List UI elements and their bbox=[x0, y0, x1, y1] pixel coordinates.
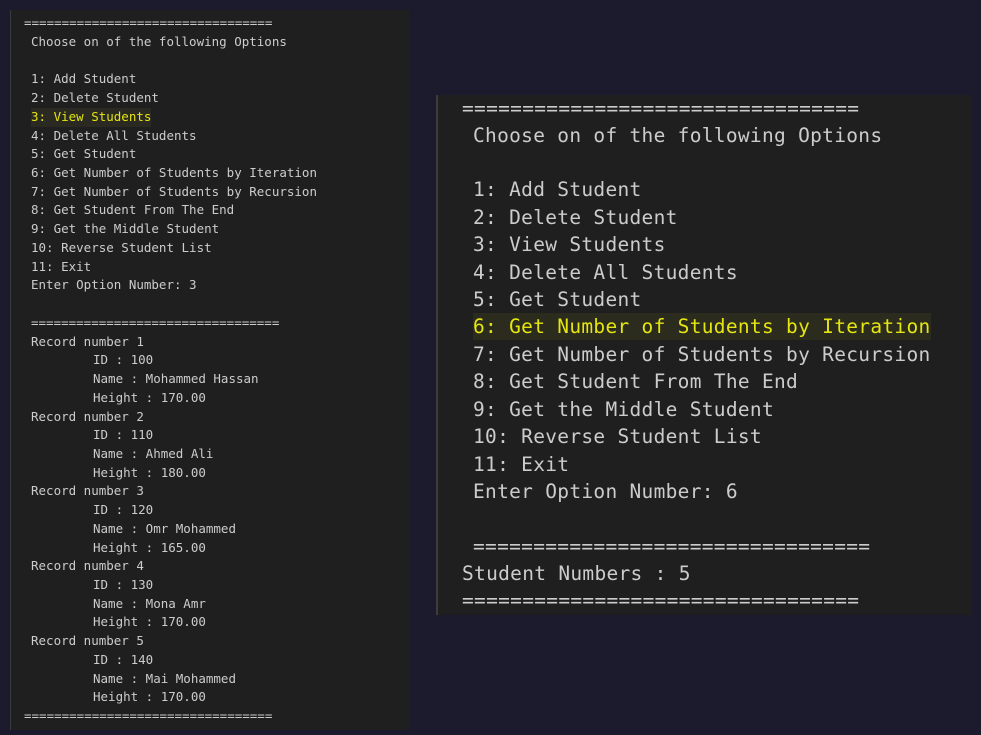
student-count-result: Student Numbers : 5 bbox=[462, 562, 691, 585]
separator-top: ================================= bbox=[24, 15, 273, 30]
enter-option-line: Enter Option Number: 3 bbox=[31, 277, 197, 292]
right-terminal-output: ================================= Choose… bbox=[436, 95, 972, 615]
menu-item: 9: Get the Middle Student bbox=[31, 221, 220, 236]
menu-item: 8: Get Student From The End bbox=[31, 202, 235, 217]
menu-item: 11: Exit bbox=[473, 453, 570, 476]
menu-item: 9: Get the Middle Student bbox=[473, 398, 774, 421]
menu-item: 2: Delete Student bbox=[31, 90, 159, 105]
menu-item: 4: Delete All Students bbox=[31, 128, 197, 143]
record-header: Record number 2 bbox=[31, 409, 144, 424]
record-height: Height : 170.00 bbox=[93, 614, 206, 629]
record-header: Record number 5 bbox=[31, 633, 144, 648]
menu-item: 3: View Students bbox=[473, 233, 666, 256]
record-header: Record number 3 bbox=[31, 483, 144, 498]
menu-item-highlighted: 6: Get Number of Students by Iteration bbox=[473, 313, 931, 341]
record-id: ID : 130 bbox=[93, 577, 154, 592]
terminal-border bbox=[10, 10, 11, 730]
separator-bottom: ================================= bbox=[462, 589, 860, 612]
menu-item: 4: Delete All Students bbox=[473, 261, 738, 284]
menu-item: 5: Get Student bbox=[473, 288, 642, 311]
record-name: Name : Mona Amr bbox=[93, 596, 206, 611]
menu-item: 6: Get Number of Students by Iteration bbox=[31, 165, 317, 180]
record-id: ID : 110 bbox=[93, 427, 154, 442]
record-id: ID : 140 bbox=[93, 652, 154, 667]
menu-item: 5: Get Student bbox=[31, 146, 137, 161]
record-header: Record number 4 bbox=[31, 558, 144, 573]
record-height: Height : 170.00 bbox=[93, 689, 206, 704]
record-height: Height : 165.00 bbox=[93, 540, 206, 555]
menu-item: 8: Get Student From The End bbox=[473, 370, 799, 393]
separator-mid: ================================= bbox=[473, 535, 871, 558]
record-height: Height : 180.00 bbox=[93, 465, 206, 480]
left-terminal-output: ================================= Choose… bbox=[10, 10, 410, 730]
record-name: Name : Omr Mohammed bbox=[93, 521, 236, 536]
enter-option-line: Enter Option Number: 6 bbox=[473, 480, 738, 503]
record-id: ID : 100 bbox=[93, 352, 154, 367]
menu-item: 10: Reverse Student List bbox=[31, 240, 212, 255]
record-name: Name : Mai Mohammed bbox=[93, 671, 236, 686]
prompt-title: Choose on of the following Options bbox=[31, 34, 287, 49]
record-id: ID : 120 bbox=[93, 502, 154, 517]
menu-item: 1: Add Student bbox=[31, 71, 137, 86]
prompt-title: Choose on of the following Options bbox=[473, 124, 883, 147]
menu-item: 11: Exit bbox=[31, 259, 92, 274]
menu-item-highlighted: 3: View Students bbox=[31, 108, 152, 127]
menu-item: 7: Get Number of Students by Recursion bbox=[473, 343, 931, 366]
separator-bottom: ================================= bbox=[24, 708, 273, 723]
record-height: Height : 170.00 bbox=[93, 390, 206, 405]
menu-item: 1: Add Student bbox=[473, 178, 642, 201]
menu-item: 2: Delete Student bbox=[473, 206, 678, 229]
record-header: Record number 1 bbox=[31, 334, 144, 349]
record-name: Name : Mohammed Hassan bbox=[93, 371, 259, 386]
terminal-border bbox=[436, 95, 438, 615]
menu-item: 10: Reverse Student List bbox=[473, 425, 762, 448]
menu-item: 7: Get Number of Students by Recursion bbox=[31, 184, 317, 199]
separator-top: ================================= bbox=[462, 97, 860, 120]
record-name: Name : Ahmed Ali bbox=[93, 446, 214, 461]
separator-mid: ================================= bbox=[31, 315, 280, 330]
